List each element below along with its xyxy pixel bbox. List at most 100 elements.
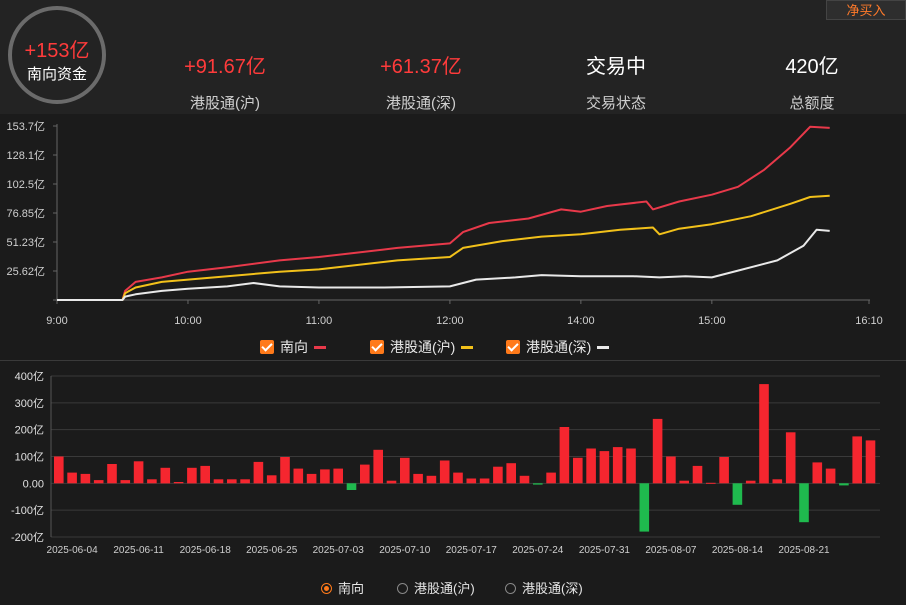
bar <box>519 475 530 484</box>
bar <box>293 468 304 484</box>
legend-sz-label: 港股通(深) <box>526 339 592 355</box>
checkbox-icon[interactable] <box>260 340 274 354</box>
radio-item-south[interactable]: 南向 <box>321 578 364 597</box>
checkbox-icon[interactable] <box>506 340 520 354</box>
bar <box>573 457 583 484</box>
bar <box>652 418 663 484</box>
y-tick-label: 76.85亿 <box>6 207 45 220</box>
bar <box>346 483 357 490</box>
stat-sh: +91.67亿 港股通(沪) <box>155 50 295 113</box>
bar <box>360 464 370 484</box>
south-series-line <box>57 125 830 301</box>
bar <box>386 480 397 484</box>
stat-trading-status-value: 交易中 <box>586 56 646 78</box>
stat-sh-label: 港股通(沪) <box>190 95 260 112</box>
x-tick-label: 2025-06-25 <box>246 545 298 556</box>
bar <box>227 479 237 484</box>
y-tick-label: 25.62亿 <box>6 265 45 278</box>
bar <box>67 472 77 484</box>
checkbox-icon[interactable] <box>370 340 384 354</box>
bar <box>559 427 570 484</box>
stat-sz-value: +61.37亿 <box>380 56 462 78</box>
y-tick-label: 102.5亿 <box>6 178 45 191</box>
radio-icon[interactable] <box>505 583 516 594</box>
legend-sh-label: 港股通(沪) <box>390 339 456 355</box>
bar <box>692 465 703 484</box>
y-tick-label: 100亿 <box>15 451 44 464</box>
bar <box>80 473 91 484</box>
stat-sh-value: +91.67亿 <box>184 56 266 78</box>
stat-total-quota-value: 420亿 <box>785 56 839 78</box>
bar <box>160 467 171 484</box>
stat-sz: +61.37亿 港股通(深) <box>351 50 491 113</box>
bar <box>759 384 769 484</box>
y-tick-label: 51.23亿 <box>6 236 45 249</box>
legend-sh-swatch <box>461 346 474 349</box>
bar <box>772 479 783 484</box>
x-tick-label: 2025-08-21 <box>778 545 830 556</box>
x-tick-label: 2025-07-17 <box>446 545 498 556</box>
sh-series-line <box>57 194 830 301</box>
bar <box>120 480 131 484</box>
stat-total-quota: 420亿 总额度 <box>742 50 882 113</box>
x-tick-label: 2025-07-03 <box>313 545 365 556</box>
bar <box>413 473 423 484</box>
sz-series-line <box>57 228 830 301</box>
bar <box>373 449 383 484</box>
stat-total-quota-label: 总额度 <box>789 95 835 112</box>
bar <box>333 468 343 484</box>
bar <box>54 456 64 484</box>
radio-icon[interactable] <box>397 583 408 594</box>
radio-sh-label: 港股通(沪) <box>414 581 475 596</box>
bar <box>426 475 437 484</box>
bar <box>187 467 197 484</box>
legend-south-swatch <box>314 346 326 349</box>
bar <box>400 457 410 484</box>
x-tick-label: 9:00 <box>46 315 67 327</box>
y-tick-label: 153.7亿 <box>6 120 45 133</box>
legend-item-south[interactable]: 南向 <box>260 337 326 357</box>
bar <box>253 461 264 484</box>
legend-sz-swatch <box>597 346 610 349</box>
bar <box>586 448 596 484</box>
bar <box>200 465 210 484</box>
bar <box>479 478 490 484</box>
daily-flow-chart: 400亿 300亿 200亿 100亿 0.00 -100亿 -200亿2025-06-04… <box>11 370 880 556</box>
bar <box>453 472 463 484</box>
bar <box>533 483 543 485</box>
bar <box>439 460 450 484</box>
bar <box>865 440 876 484</box>
bar <box>852 436 862 484</box>
legend-item-sz[interactable]: 港股通(深) <box>506 337 610 357</box>
bar <box>506 463 516 484</box>
x-tick-label: 14:00 <box>567 315 595 327</box>
bar <box>785 432 796 484</box>
bar <box>666 456 676 484</box>
bar <box>107 464 117 484</box>
bar <box>639 483 650 532</box>
bar <box>306 473 317 484</box>
summary-header: +153亿 南向资金 +91.67亿 港股通(沪) +61.37亿 港股通(深)… <box>0 0 906 114</box>
y-tick-label: 0.00 <box>23 478 44 490</box>
x-tick-label: 2025-06-04 <box>47 545 99 556</box>
intraday-flow-chart: 153.7亿 128.1亿 102.5亿 76.85亿 51.23亿 25.62亿 9:00… <box>6 120 882 327</box>
bar <box>173 482 184 484</box>
radio-item-sh[interactable]: 港股通(沪) <box>397 578 475 597</box>
stat-sz-label: 港股通(深) <box>386 95 456 112</box>
bar <box>679 480 689 484</box>
x-tick-label: 10:00 <box>174 315 202 327</box>
y-tick-label: -100亿 <box>11 504 44 517</box>
bar <box>266 475 277 484</box>
radio-item-sz[interactable]: 港股通(深) <box>505 578 583 597</box>
bar <box>466 478 477 484</box>
net-buy-tab[interactable]: 净买入 <box>826 0 906 20</box>
x-tick-label: 2025-08-14 <box>712 545 764 556</box>
bar <box>612 447 623 484</box>
x-tick-label: 2025-07-24 <box>512 545 564 556</box>
bar <box>280 457 290 484</box>
southbound-total-value: +153亿 <box>24 40 90 62</box>
bar <box>240 479 250 484</box>
y-tick-label: -200亿 <box>11 531 44 544</box>
radio-icon[interactable] <box>321 583 332 594</box>
legend-item-sh[interactable]: 港股通(沪) <box>370 337 474 357</box>
